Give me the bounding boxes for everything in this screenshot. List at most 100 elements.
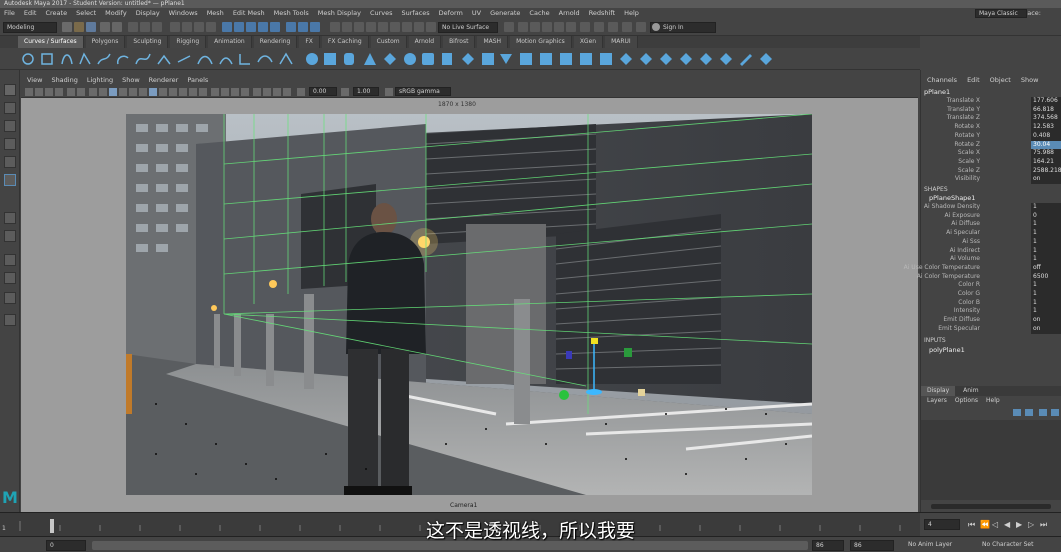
paint-select-tool-icon[interactable]: [4, 120, 16, 132]
untrim-icon[interactable]: [660, 53, 672, 65]
loft-icon[interactable]: [422, 53, 434, 65]
shape-attr-row[interactable]: Ai Use Color Temperature off: [904, 263, 1061, 273]
shelf-tab-rendering[interactable]: Rendering: [253, 36, 298, 48]
menu-create[interactable]: Create: [45, 8, 67, 18]
boundary-icon[interactable]: [520, 53, 532, 65]
motion-blur-icon[interactable]: [221, 88, 229, 96]
attr-row[interactable]: Translate Y 66.818: [921, 105, 1061, 115]
attach-curves-icon[interactable]: [157, 54, 171, 65]
shelf-tab-sculpting[interactable]: Sculpting: [127, 36, 169, 48]
xray-components-icon[interactable]: [283, 88, 291, 96]
shape-attr-row[interactable]: Ai Exposure 0: [921, 211, 1061, 221]
attr-row[interactable]: Scale X 75.988: [921, 149, 1061, 158]
boolean-intersection-icon[interactable]: [720, 53, 732, 65]
input-name[interactable]: polyPlane1: [929, 346, 965, 354]
light-editor-icon[interactable]: [402, 22, 412, 32]
menu-redshift[interactable]: Redshift: [589, 8, 615, 18]
move-layer-down-icon[interactable]: [1051, 409, 1059, 416]
shape-attr-row[interactable]: Ai Volume 1: [921, 255, 1061, 264]
shape-attr-row[interactable]: Ai Diffuse 1: [921, 220, 1061, 230]
render-current-icon[interactable]: [342, 22, 352, 32]
detach-curves-icon[interactable]: [177, 55, 191, 63]
move-tool-icon[interactable]: [4, 138, 16, 150]
nurbs-sphere-icon[interactable]: [306, 53, 318, 65]
camera-attributes-icon[interactable]: [35, 88, 43, 96]
tab-anim-layers[interactable]: Anim: [957, 386, 984, 396]
open-scene-icon[interactable]: [74, 22, 84, 32]
attr-row[interactable]: Rotate Y 0.408: [921, 131, 1061, 141]
camera-select-icon[interactable]: [25, 88, 33, 96]
select-component-icon[interactable]: [152, 22, 162, 32]
nurbs-plane-icon[interactable]: [384, 53, 396, 65]
nurbs-cube-icon[interactable]: [324, 53, 336, 65]
menu-cache[interactable]: Cache: [529, 8, 549, 18]
menu-display[interactable]: Display: [136, 8, 160, 18]
menu-edit[interactable]: Edit: [24, 8, 37, 18]
isolate-select-icon[interactable]: [253, 88, 261, 96]
redshift-volume-icon[interactable]: [622, 22, 632, 32]
panel-menu-panels[interactable]: Panels: [187, 75, 208, 86]
nurbs-cone-icon[interactable]: [364, 53, 376, 65]
attr-row[interactable]: Translate X 177.606: [921, 97, 1061, 106]
panel-menu-shading[interactable]: Shading: [51, 75, 77, 86]
arc-icon[interactable]: [116, 55, 129, 65]
attr-row[interactable]: Visibility on: [921, 175, 1061, 184]
grid-toggle-icon[interactable]: [89, 88, 97, 96]
redshift-render-icon[interactable]: [530, 22, 540, 32]
shape-attr-row[interactable]: Ai Specular 1: [921, 229, 1061, 238]
shelf-tab-mash[interactable]: MASH: [477, 36, 509, 48]
redshift-proxy-icon[interactable]: [594, 22, 604, 32]
menu-mesh[interactable]: Mesh: [207, 8, 224, 18]
nurbs-torus-icon[interactable]: [404, 53, 416, 65]
bevel-plus-icon[interactable]: [580, 53, 592, 65]
redshift-shader-icon[interactable]: [566, 22, 576, 32]
menu-modify[interactable]: Modify: [105, 8, 127, 18]
snap-grid-icon[interactable]: [222, 22, 232, 32]
panel-menu-lighting[interactable]: Lighting: [87, 75, 113, 86]
render-settings-icon[interactable]: [366, 22, 376, 32]
shelf-tab-fx[interactable]: FX: [299, 36, 320, 48]
screen-space-ao-icon[interactable]: [211, 88, 219, 96]
menu-select[interactable]: Select: [76, 8, 96, 18]
menu-file[interactable]: File: [4, 8, 15, 18]
menu-edit-mesh[interactable]: Edit Mesh: [233, 8, 265, 18]
shelf-tab-arnold[interactable]: Arnold: [408, 36, 442, 48]
sculpt-tool-icon[interactable]: [740, 54, 752, 66]
wireframe-icon[interactable]: [149, 88, 157, 96]
layer-list[interactable]: [921, 420, 1061, 500]
trim-tool-icon[interactable]: [640, 53, 652, 65]
menu-curves[interactable]: Curves: [370, 8, 393, 18]
tab-display-layers[interactable]: Display: [921, 386, 956, 396]
nurbs-circle-icon[interactable]: [22, 53, 34, 65]
snap-point-icon[interactable]: [246, 22, 256, 32]
mode-dropdown[interactable]: Modeling: [3, 22, 57, 33]
shape-attr-row[interactable]: Ai Shadow Density 1: [921, 203, 1061, 212]
attr-row[interactable]: Rotate X 12.583: [921, 123, 1061, 132]
boolean-difference-icon[interactable]: [700, 53, 712, 65]
shape-attr-row[interactable]: Ai Color Temperature 6500: [917, 272, 1061, 282]
redo-icon[interactable]: [112, 22, 122, 32]
wireframe-on-shaded-icon[interactable]: [169, 88, 177, 96]
shape-attr-row[interactable]: Emit Diffuse on: [921, 316, 1061, 325]
xgen-icon[interactable]: [426, 22, 436, 32]
cb-menu-show[interactable]: Show: [1021, 76, 1039, 84]
smooth-shade-icon[interactable]: [159, 88, 167, 96]
panel-menu-view[interactable]: View: [27, 75, 42, 86]
menu-windows[interactable]: Windows: [169, 8, 198, 18]
cv-curve-icon[interactable]: [61, 54, 73, 65]
boolean-union-icon[interactable]: [680, 53, 692, 65]
ep-curve-icon[interactable]: [79, 52, 91, 65]
cb-menu-object[interactable]: Object: [990, 76, 1011, 84]
select-by-handle-icon[interactable]: [170, 22, 180, 32]
shape-attr-row[interactable]: Intensity 1: [921, 307, 1061, 317]
shelf-tab-xgen[interactable]: XGen: [573, 36, 604, 48]
single-perspective-layout-icon[interactable]: [4, 212, 16, 224]
bookmark-icon[interactable]: [45, 88, 53, 96]
extrude-icon[interactable]: [482, 53, 494, 65]
toggle-pause-icon[interactable]: [414, 22, 424, 32]
rebuild-curve-icon[interactable]: [197, 55, 213, 65]
undo-icon[interactable]: [100, 22, 110, 32]
custom-layout-icon[interactable]: [4, 292, 16, 304]
layer-scrollbar[interactable]: [931, 504, 1051, 509]
menu-mesh-tools[interactable]: Mesh Tools: [274, 8, 309, 18]
